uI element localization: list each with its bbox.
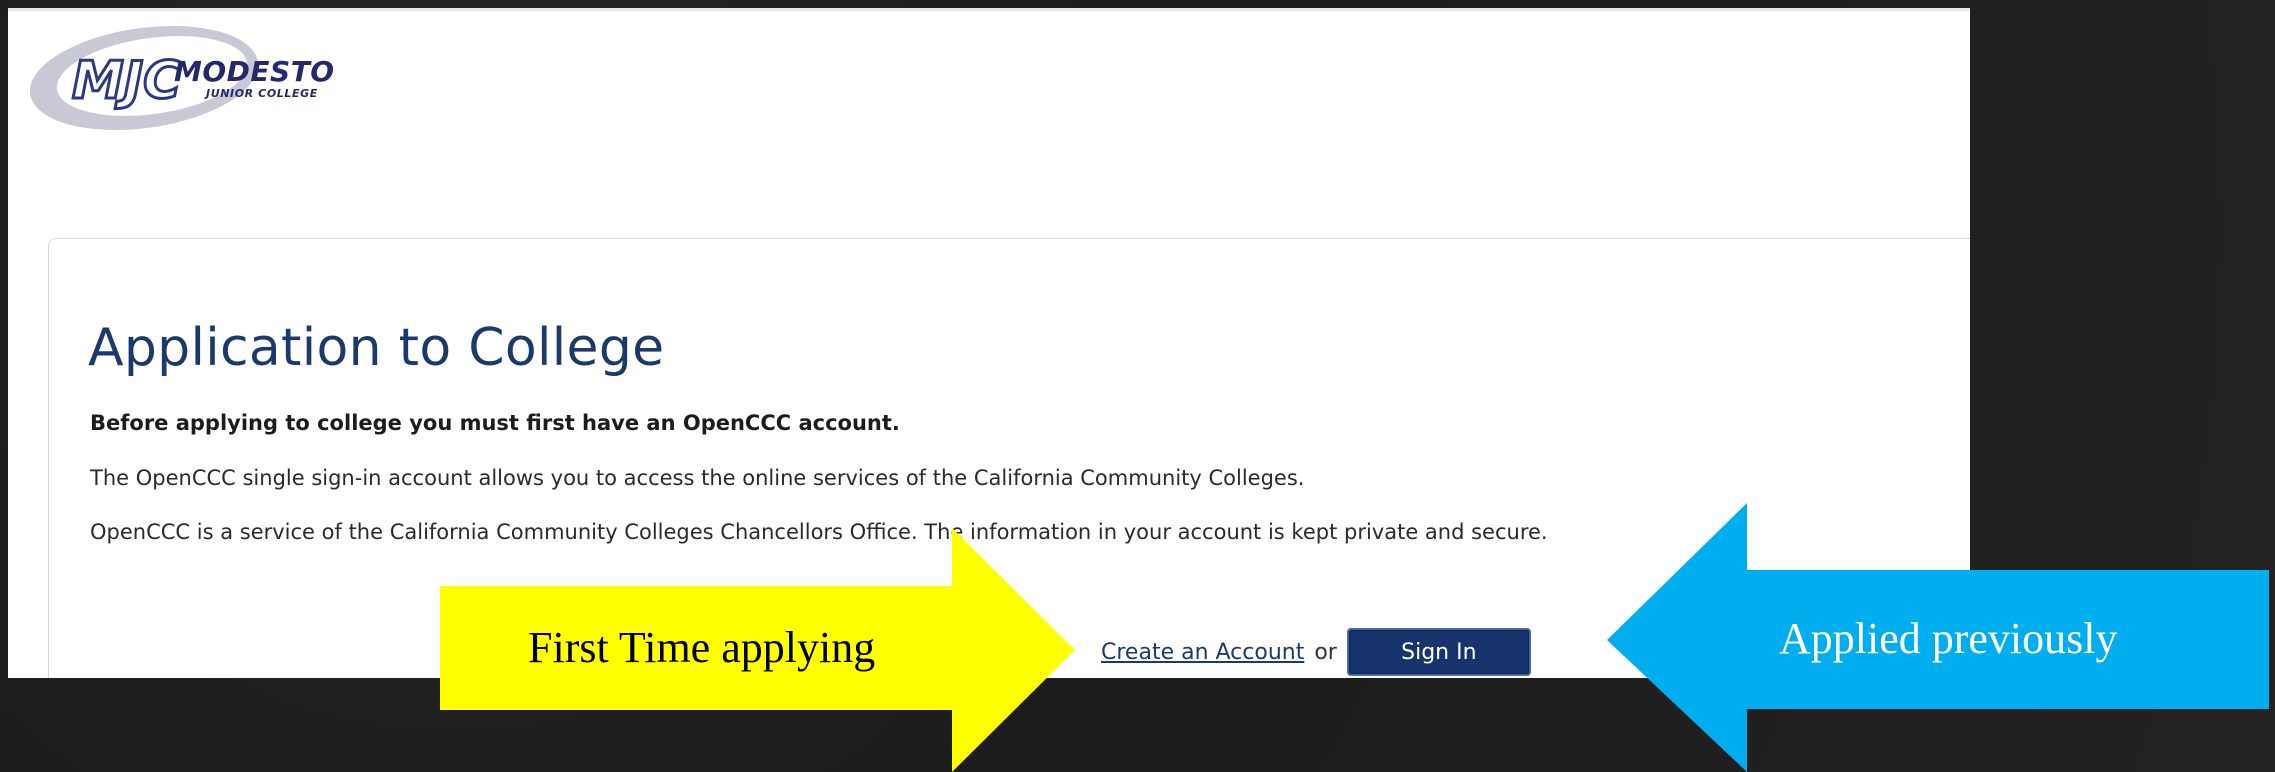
page-title: Application to College: [88, 318, 665, 378]
top-border: [8, 8, 1970, 11]
or-text: or: [1314, 639, 1337, 665]
lead-text: Before applying to college you must firs…: [90, 411, 900, 435]
college-logo[interactable]: MJC MODESTO JUNIOR COLLEGE: [24, 20, 364, 140]
first-time-label: First Time applying: [528, 623, 876, 672]
description-paragraph-1: The OpenCCC single sign-in account allow…: [90, 466, 1305, 490]
applied-previously-label: Applied previously: [1779, 614, 2118, 663]
logo-subtitle: JUNIOR COLLEGE: [206, 87, 318, 100]
logo-name: MODESTO: [174, 55, 335, 88]
create-account-link[interactable]: Create an Account: [1101, 640, 1304, 665]
logo-initials: MJC: [72, 51, 181, 111]
first-time-arrow: First Time applying: [440, 528, 1075, 772]
account-actions: Create an Account or Sign In: [1101, 626, 1531, 678]
applied-previously-arrow: Applied previously: [1607, 503, 2269, 772]
sign-in-button[interactable]: Sign In: [1346, 628, 1531, 676]
